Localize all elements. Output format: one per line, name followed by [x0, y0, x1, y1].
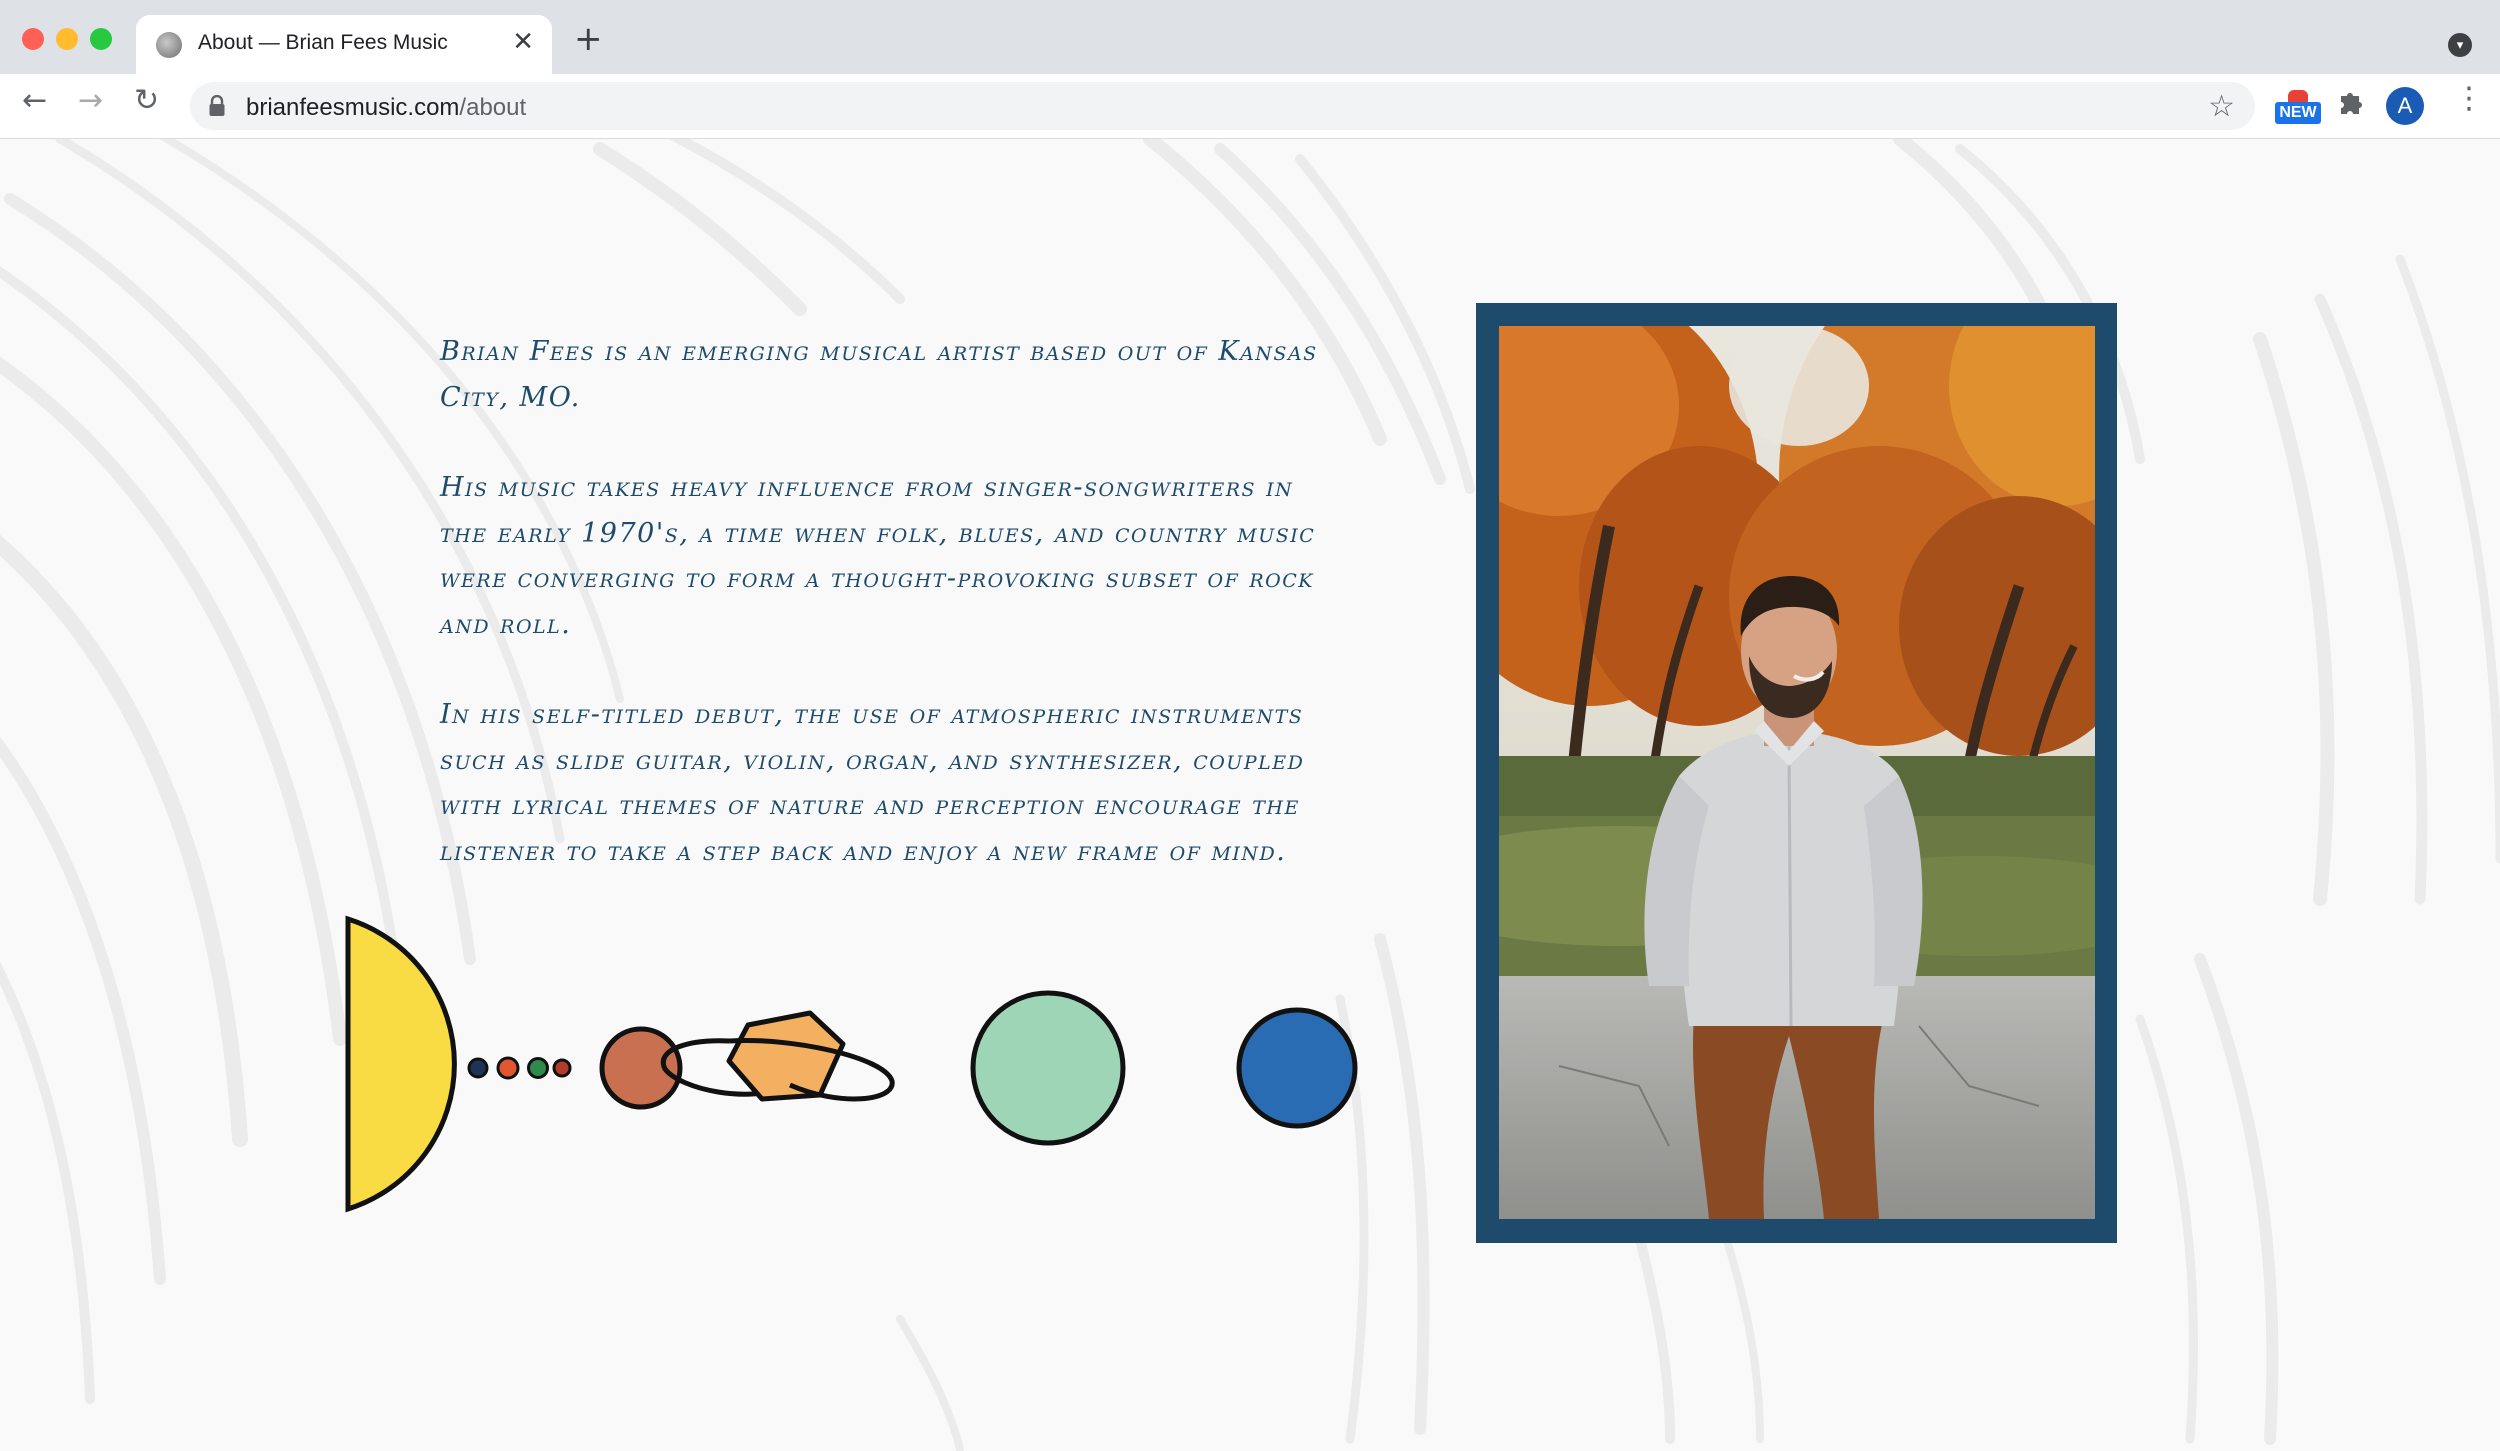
earth-icon — [527, 1057, 549, 1079]
minimize-window-button[interactable] — [56, 28, 78, 50]
mercury-icon — [467, 1057, 489, 1079]
tab-title: About — Brian Fees Music — [198, 31, 448, 54]
extension-new-icon[interactable]: NEW — [2275, 90, 2321, 126]
browser-tab-active[interactable]: About — Brian Fees Music ✕ — [136, 15, 552, 74]
url-text[interactable]: brianfeesmusic.com/about — [246, 94, 526, 122]
new-tab-button[interactable]: + — [574, 22, 603, 56]
uranus-icon — [970, 990, 1126, 1146]
url-host: brianfeesmusic.com — [246, 94, 460, 121]
site-favicon-icon — [156, 32, 182, 58]
sun-icon — [345, 915, 457, 1213]
tab-search-icon[interactable]: ▾ — [2448, 33, 2472, 57]
bio-paragraph-2: His music takes heavy influence from sin… — [440, 472, 1316, 640]
neptune-icon — [1236, 1007, 1358, 1129]
extension-badge: NEW — [2275, 102, 2321, 124]
about-page: Brian Fees is an emerging musical artist… — [0, 139, 2500, 1451]
portrait-frame — [1476, 303, 2117, 1243]
venus-icon — [496, 1056, 520, 1080]
forward-arrow-icon[interactable]: → — [78, 86, 103, 116]
browser-toolbar: ← → ↻ brianfeesmusic.com/about ☆ NEW A ⋮ — [0, 74, 2500, 139]
lock-icon[interactable] — [208, 94, 226, 122]
profile-avatar[interactable]: A — [2386, 87, 2424, 125]
about-bio: Brian Fees is an emerging musical artist… — [440, 329, 1340, 919]
moon-icon — [552, 1058, 572, 1078]
close-window-button[interactable] — [22, 28, 44, 50]
mars-icon — [599, 1026, 683, 1110]
zoom-window-button[interactable] — [90, 28, 112, 50]
address-bar[interactable]: brianfeesmusic.com/about ☆ — [190, 82, 2255, 130]
solar-system-illustration — [345, 915, 1358, 1213]
reload-icon[interactable]: ↻ — [134, 86, 159, 116]
browser-tabstrip: About — Brian Fees Music ✕ + ▾ — [0, 0, 2500, 74]
back-arrow-icon[interactable]: ← — [22, 86, 47, 116]
extension-cap-icon — [2288, 90, 2308, 102]
menu-kebab-icon[interactable]: ⋮ — [2454, 84, 2484, 114]
saturn-icon — [660, 1010, 895, 1102]
artist-portrait-photo — [1499, 326, 2095, 1219]
bio-paragraph-1: Brian Fees is an emerging musical artist… — [440, 336, 1318, 413]
tab-close-icon[interactable]: ✕ — [512, 27, 534, 57]
extensions-puzzle-icon[interactable] — [2337, 88, 2365, 123]
bookmark-star-icon[interactable]: ☆ — [2208, 89, 2235, 124]
bio-paragraph-3: In his self-titled debut, the use of atm… — [440, 699, 1305, 867]
url-path: /about — [459, 94, 527, 121]
